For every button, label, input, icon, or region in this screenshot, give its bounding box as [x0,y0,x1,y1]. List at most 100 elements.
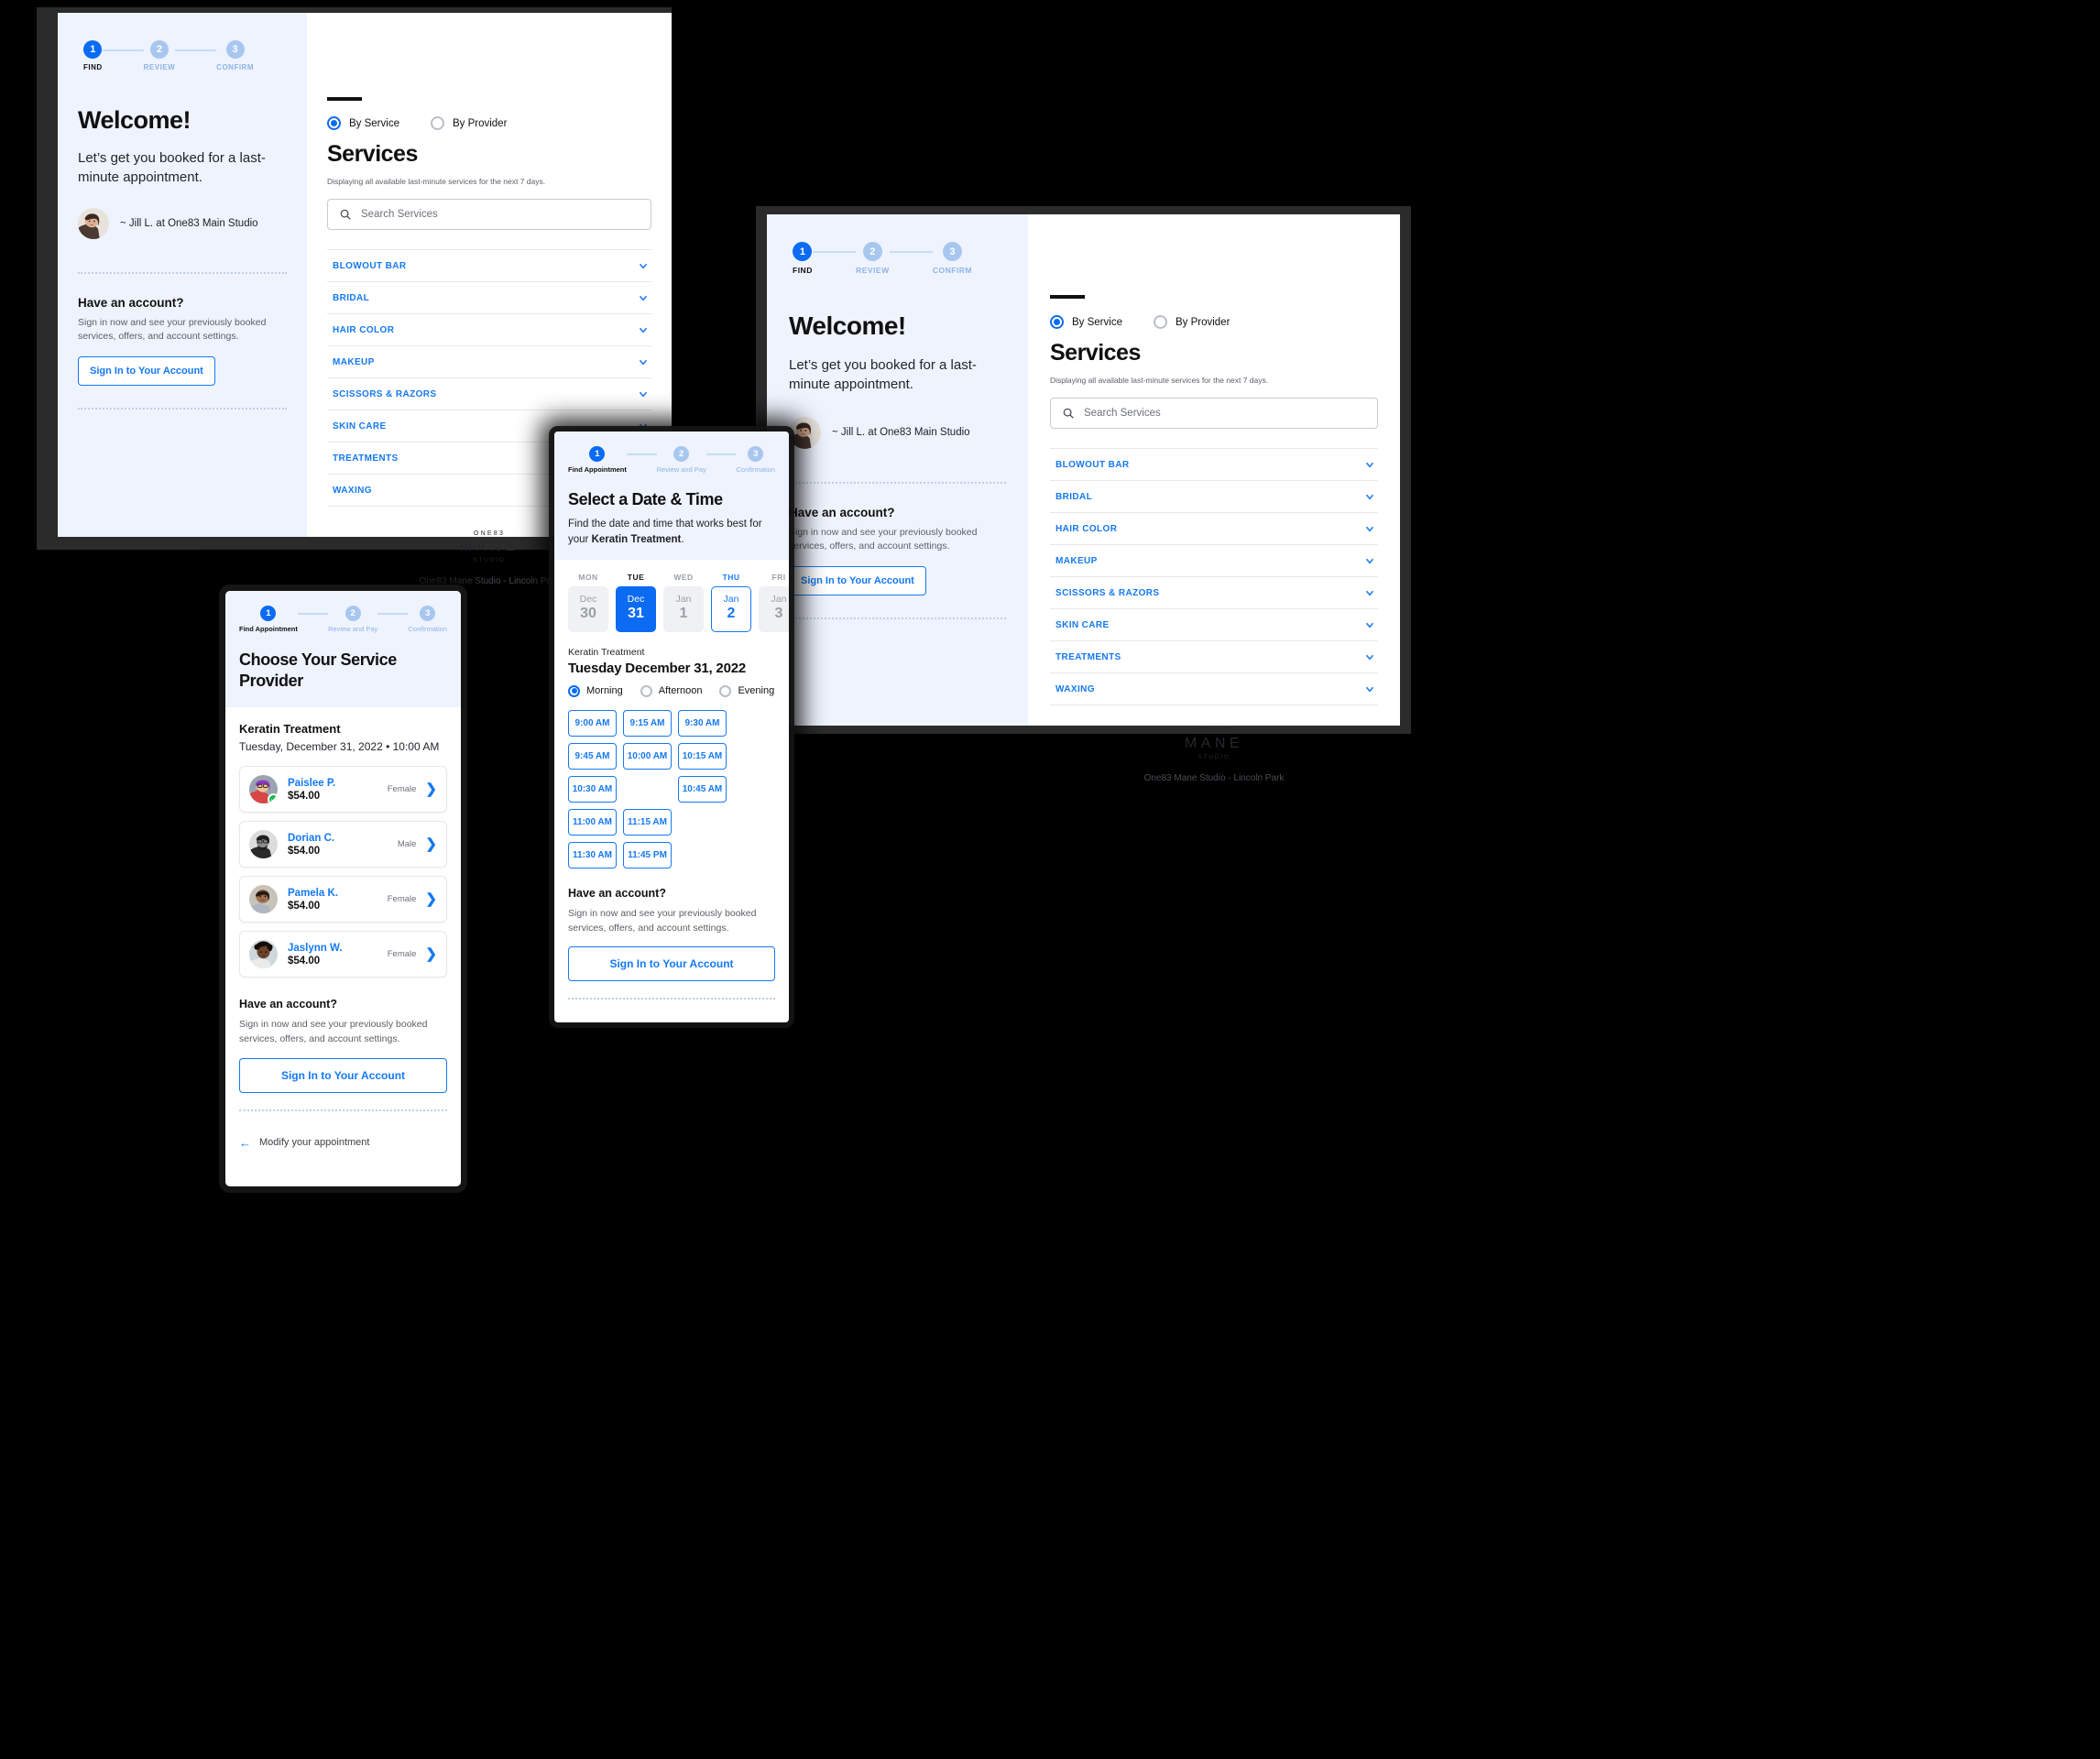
time-slot[interactable]: 11:15 AM [623,808,672,836]
time-slot[interactable]: 9:45 AM [568,742,617,770]
win1-account-body: Sign in now and see your previously book… [78,316,267,343]
tablet-day-tue-dec-31[interactable]: TUE Dec 31 [616,573,656,632]
phone-sign-in-button[interactable]: Sign In to Your Account [239,1057,447,1093]
win1-category-hair-color[interactable]: HAIR COLOR [327,314,651,346]
provider-name: Dorian C. [288,832,335,844]
win2-category-blowout-bar[interactable]: BLOWOUT BAR [1050,449,1378,481]
provider-price: $54.00 [288,790,321,802]
time-slot[interactable]: 11:30 AM [568,841,617,869]
win1-category-bridal[interactable]: BRIDAL [327,282,651,314]
time-slot[interactable]: 11:00 AM [568,808,617,836]
tablet-step-2[interactable]: 2 Review and Pay [657,446,706,474]
provider-row-pamela-k[interactable]: Pamela K. $54.00 Female ❯ [239,876,447,923]
time-slot[interactable]: 9:30 AM [678,709,727,737]
chevron-down-icon [639,327,648,333]
tablet-step-line-2 [705,453,737,455]
phone-step-2-label: Review and Pay [328,625,378,633]
tablet-day-fri-jan-3[interactable]: FRI Jan 3 [759,573,789,632]
tablet-step-3-label: Confirmation [736,465,776,474]
win2-category-hair-color[interactable]: HAIR COLOR [1050,513,1378,545]
category-label: WAXING [333,485,372,496]
tablet-radio-morning[interactable] [568,684,580,697]
win2-sign-in-button[interactable]: Sign In to Your Account [789,566,926,596]
win1-step-2-number: 2 [149,40,169,59]
win2-category-scissors-razors[interactable]: SCISSORS & RAZORS [1050,577,1378,609]
tablet-sign-in-button[interactable]: Sign In to Your Account [568,946,775,982]
phone-account-body: Sign in now and see your previously book… [239,1019,428,1045]
tablet-day-wed-jan-1[interactable]: WED Jan 1 [663,573,704,632]
time-slot[interactable]: 10:30 AM [568,775,617,803]
win2-search-input[interactable]: Search Services [1050,398,1378,429]
category-label: BLOWOUT BAR [1055,459,1130,470]
category-label: SKIN CARE [333,421,387,432]
chevron-down-icon [1365,462,1374,468]
win2-step-1[interactable]: 1 FIND [793,242,813,275]
provider-row-paislee-p[interactable]: Paislee P. $54.00 Female ❯ [239,766,447,813]
time-slot[interactable]: 10:00 AM [623,742,672,770]
win1-step-line-2 [175,49,217,51]
win1-sign-in-button[interactable]: Sign In to Your Account [78,356,215,387]
tablet-radio-evening[interactable] [719,684,732,697]
provider-row-jaslynn-w[interactable]: Jaslynn W. $54.00 Female ❯ [239,931,447,978]
avatar [249,830,278,858]
phone-step-3[interactable]: 3 Confirmation [408,606,447,633]
win2-location-text: One83 Mane Studio - Lincoln Park [1143,773,1285,783]
provider-name: Jaslynn W. [288,942,343,954]
tablet-label-morning: Morning [586,685,623,697]
win1-step-1[interactable]: 1 FIND [83,40,103,71]
win2-step-2-number: 2 [862,242,882,261]
win1-step-2[interactable]: 2 REVIEW [144,40,176,71]
avatar [249,775,278,803]
win2-step-3-label: CONFIRM [932,266,973,275]
phone-step-2[interactable]: 2 Review and Pay [328,606,377,633]
tablet-time-of-day-group: Morning Afternoon Evening [568,684,775,697]
category-label: BRIDAL [333,292,370,303]
win1-search-input[interactable]: Search Services [327,199,651,230]
win1-radio-by-service[interactable] [327,116,341,130]
phone-body: Keratin Treatment Tuesday, December 31, … [225,707,461,1149]
phone-back-link[interactable]: ← Modify your appointment [239,1137,447,1149]
search-icon [340,209,351,220]
phone-divider [239,1109,447,1111]
win2-radio-by-service[interactable] [1050,315,1064,329]
win1-category-blowout-bar[interactable]: BLOWOUT BAR [327,250,651,282]
win2-stepper: 1 FIND 2 REVIEW 3 CONFIRM [789,242,972,275]
win1-step-3[interactable]: 3 CONFIRM [216,40,254,71]
provider-gender: Female [387,949,417,959]
win2-step-2-label: REVIEW [856,266,890,275]
tablet-radio-afternoon[interactable] [640,684,652,697]
time-slot[interactable]: 11:45 PM [623,841,672,869]
phone-step-1[interactable]: 1 Find Appointment [239,606,298,633]
provider-gender: Female [387,894,417,904]
win1-category-makeup[interactable]: MAKEUP [327,346,651,378]
win1-filter-group: By Service By Provider [327,116,651,130]
win1-step-3-label: CONFIRM [216,63,254,71]
tablet-step-3[interactable]: 3 Confirmation [736,446,775,474]
win2-category-skin-care[interactable]: SKIN CARE [1050,609,1378,641]
tablet-day-mon-dec-30[interactable]: MON Dec 30 [568,573,608,632]
win2-step-3[interactable]: 3 CONFIRM [933,242,972,275]
day-month: Jan [723,594,739,606]
win1-divider-1 [78,271,287,274]
win2-category-bridal[interactable]: BRIDAL [1050,481,1378,513]
time-slot[interactable]: 10:15 AM [678,742,727,770]
time-slot[interactable]: 9:15 AM [623,709,672,737]
win2-radio-by-provider[interactable] [1153,315,1167,329]
arrow-left-icon: ← [239,1135,251,1150]
tablet-step-1[interactable]: 1 Find Appointment [568,446,627,474]
day-number: 3 [774,606,783,622]
win2-category-waxing[interactable]: WAXING [1050,673,1378,705]
win2-step-3-number: 3 [942,242,962,261]
chevron-right-icon: ❯ [425,891,437,907]
tablet-page-title: Select a Date & Time [568,490,723,508]
win1-radio-by-provider[interactable] [430,116,444,130]
win1-category-scissors-razors[interactable]: SCISSORS & RAZORS [327,378,651,410]
provider-row-dorian-c[interactable]: Dorian C. $54.00 Male ❯ [239,821,447,868]
win2-category-makeup[interactable]: MAKEUP [1050,545,1378,577]
time-slot[interactable]: 9:00 AM [568,709,617,737]
time-slot[interactable]: 10:45 AM [678,775,727,803]
win2-step-2[interactable]: 2 REVIEW [856,242,890,275]
category-label: MAKEUP [1055,555,1098,566]
tablet-day-thu-jan-2[interactable]: THU Jan 2 [711,573,751,632]
win2-category-treatments[interactable]: TREATMENTS [1050,641,1378,673]
